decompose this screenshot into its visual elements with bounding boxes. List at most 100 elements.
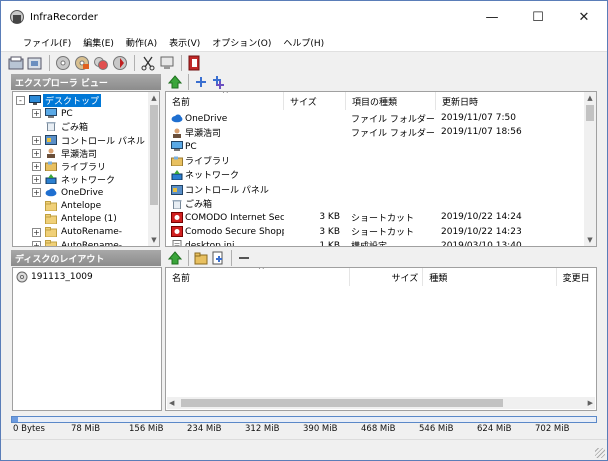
column-header-size[interactable]: サイズ xyxy=(284,92,346,110)
expand-icon[interactable]: + xyxy=(32,241,41,246)
disc-column-header-name[interactable]: 名前 ^ xyxy=(166,268,351,286)
collapse-icon[interactable]: - xyxy=(16,96,25,105)
menu-item-3[interactable]: 表示(V) xyxy=(163,36,206,49)
new-folder-icon[interactable] xyxy=(193,250,209,266)
add-icon[interactable] xyxy=(193,74,209,90)
menu-item-5[interactable]: ヘルプ(H) xyxy=(277,36,330,49)
go-up-icon[interactable] xyxy=(167,250,183,266)
file-row[interactable]: 早瀬浩司 ファイル フォルダー 2019/11/07 18:56 xyxy=(166,125,586,139)
disc-column-header-type[interactable]: 種類 xyxy=(423,268,557,286)
explorer-file-list[interactable]: 名前 ^ サイズ 項目の種類 更新日時 OneDrive ファイル フォルダー 201… xyxy=(165,91,597,247)
menu-item-4[interactable]: オプション(O) xyxy=(206,36,277,49)
expand-icon[interactable]: + xyxy=(32,188,41,198)
tree-item[interactable]: + 早瀬浩司 xyxy=(13,147,147,160)
file-date: 2019/03/10 13:40 xyxy=(441,240,522,247)
erase-icon[interactable] xyxy=(158,54,176,72)
capacity-tick-label: 390 MiB xyxy=(303,424,338,434)
folder-icon xyxy=(45,200,57,211)
capacity-tick-label: 234 MiB xyxy=(187,424,222,434)
explorer-tree[interactable]: - デスクトップ + PC ごみ箱 + コントロール パネル + 早瀬浩司 + ライブラリ + ネットワ… xyxy=(12,91,160,247)
tree-item[interactable]: + AutoRename- xyxy=(13,226,147,239)
menu-item-0[interactable]: ファイル(F) xyxy=(17,36,77,49)
column-header-type[interactable]: 項目の種類 xyxy=(346,92,436,110)
disc-layout-header: ディスクのレイアウト xyxy=(11,250,161,266)
file-type: ファイル フォルダー xyxy=(351,128,435,139)
network-icon xyxy=(45,174,57,185)
expand-icon[interactable]: + xyxy=(32,161,41,171)
column-header-name[interactable]: 名前 ^ xyxy=(166,92,284,110)
file-date: 2019/11/07 18:56 xyxy=(441,127,522,138)
capacity-tick-label: 624 MiB xyxy=(477,424,512,434)
add-files-icon[interactable] xyxy=(210,250,226,266)
disc-tree[interactable]: 191113_1009 xyxy=(12,267,162,411)
tree-item[interactable]: Antelope xyxy=(13,200,147,213)
tree-item[interactable]: + OneDrive xyxy=(13,186,147,199)
file-row[interactable]: COMODO Internet Sec... 3 KB ショートカット 2019/10… xyxy=(166,210,586,224)
resize-grip-icon[interactable] xyxy=(595,448,605,458)
disc-column-header-size[interactable]: サイズ xyxy=(350,268,424,286)
tree-item[interactable]: Antelope (1) xyxy=(13,213,147,226)
disc-column-header-modified[interactable]: 変更日 xyxy=(557,268,596,286)
expand-icon[interactable]: + xyxy=(32,175,41,185)
new-project-icon[interactable] xyxy=(7,54,25,72)
title-bar[interactable]: InfraRecorder — ☐ ✕ xyxy=(1,1,607,33)
file-row[interactable]: desktop.ini 1 KB 構成設定 2019/03/10 13:40 xyxy=(166,239,586,247)
minimize-button[interactable]: — xyxy=(469,1,515,33)
capacity-tick-label: 702 MiB xyxy=(535,424,570,434)
file-row[interactable]: ライブラリ xyxy=(166,154,586,168)
expand-icon[interactable]: + xyxy=(32,135,41,145)
file-row[interactable]: ネットワーク xyxy=(166,168,586,182)
tree-item-label: 早瀬浩司 xyxy=(61,149,98,160)
file-row[interactable]: PC xyxy=(166,139,586,153)
file-row[interactable]: コントロール パネル xyxy=(166,182,586,196)
exit-icon[interactable] xyxy=(186,54,204,72)
file-date: 2019/10/22 14:23 xyxy=(441,226,522,237)
tree-item[interactable]: + コントロール パネル xyxy=(13,134,147,147)
column-header-date[interactable]: 更新日時 xyxy=(436,92,576,110)
control-icon xyxy=(45,134,57,145)
copy-disc-icon[interactable] xyxy=(92,54,110,72)
desktop-icon xyxy=(29,95,41,105)
tree-item[interactable]: + PC xyxy=(13,107,147,120)
file-row[interactable]: Comodo Secure Shopp... 3 KB ショートカット 2019/10… xyxy=(166,225,586,239)
tree-item[interactable]: + ライブラリ xyxy=(13,160,147,173)
expand-icon[interactable]: + xyxy=(32,109,41,119)
file-list-vertical-scrollbar[interactable]: ▲ ▼ xyxy=(584,92,596,246)
remove-icon[interactable] xyxy=(236,250,252,266)
expand-icon[interactable]: + xyxy=(32,227,41,237)
tree-item-label: コントロール パネル xyxy=(61,136,145,147)
close-button[interactable]: ✕ xyxy=(561,1,607,33)
pc-icon xyxy=(45,108,57,119)
file-size: 3 KB xyxy=(319,212,340,223)
library-icon xyxy=(45,161,57,172)
tree-item-label: ライブラリ xyxy=(61,163,107,174)
tree-item[interactable]: + AutoRename- xyxy=(13,239,147,247)
file-row[interactable]: ごみ箱 xyxy=(166,196,586,210)
tree-item[interactable]: ごみ箱 xyxy=(13,120,147,133)
capacity-ruler: 0 Bytes 78 MiB 156 MiB 234 MiB 312 MiB 390 Mi… xyxy=(11,424,597,438)
app-icon xyxy=(10,10,24,24)
menu-item-2[interactable]: 動作(A) xyxy=(120,36,163,49)
disc-root-item[interactable]: 191113_1009 xyxy=(16,271,93,283)
cut-icon[interactable] xyxy=(139,54,157,72)
menu-item-1[interactable]: 編集(E) xyxy=(77,36,120,49)
disc-tool-icon[interactable] xyxy=(111,54,129,72)
maximize-button[interactable]: ☐ xyxy=(515,1,561,33)
tree-item-label: AutoRename- xyxy=(61,240,123,247)
disc-horizontal-scrollbar[interactable]: ◀ ▶ xyxy=(167,397,595,409)
tree-vertical-scrollbar[interactable]: ▲ ▼ xyxy=(148,92,159,246)
burn-image-icon[interactable] xyxy=(54,54,72,72)
expand-icon[interactable]: + xyxy=(32,148,41,158)
add-all-icon[interactable] xyxy=(210,74,226,90)
burn-compilation-icon[interactable] xyxy=(73,54,91,72)
tree-item[interactable]: - デスクトップ xyxy=(13,94,147,108)
control-icon xyxy=(171,184,183,196)
file-row[interactable]: OneDrive ファイル フォルダー 2019/11/07 7:50 xyxy=(166,111,586,125)
user-icon xyxy=(45,148,57,158)
go-up-icon[interactable] xyxy=(167,74,183,90)
capacity-tick-label: 78 MiB xyxy=(71,424,101,434)
disc-file-list[interactable]: 名前 ^ サイズ 種類 変更日 ◀ ▶ xyxy=(165,267,597,411)
tree-item[interactable]: + ネットワーク xyxy=(13,173,147,186)
comodo-icon xyxy=(171,226,183,238)
open-project-icon[interactable] xyxy=(26,54,44,72)
